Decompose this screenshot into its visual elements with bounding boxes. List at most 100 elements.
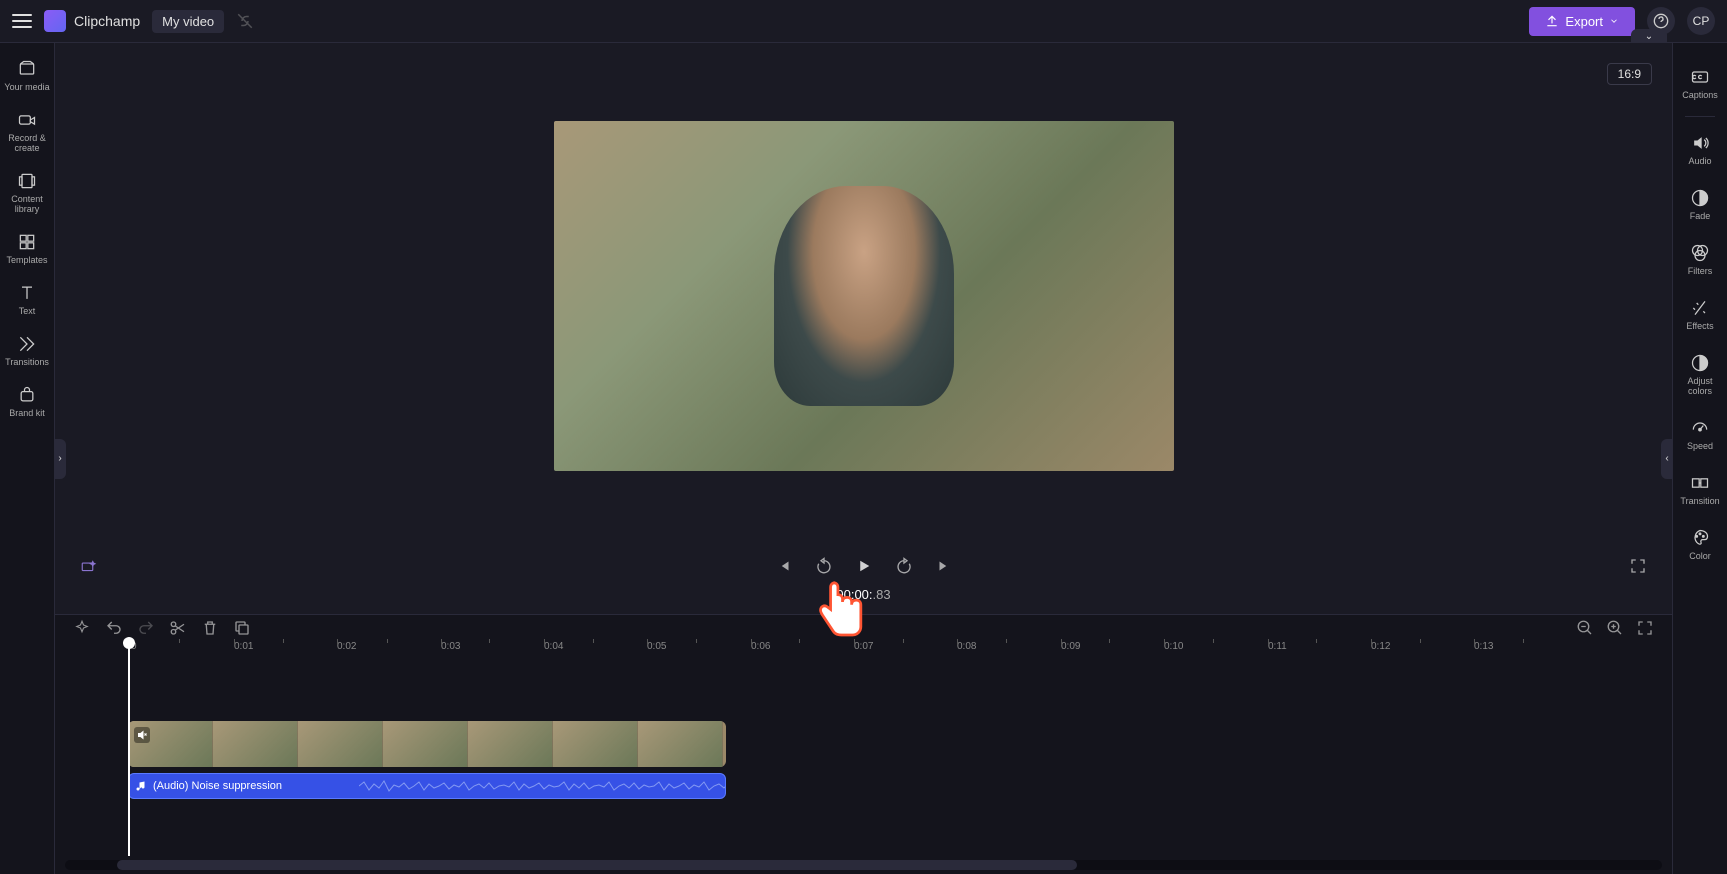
sidebar-item-label: Content library <box>2 194 52 214</box>
chevron-down-icon <box>1609 16 1619 26</box>
redo-button[interactable] <box>137 619 155 637</box>
timecode-display: 00:00:.83 <box>55 583 1672 614</box>
text-icon <box>17 283 37 303</box>
seek-forward-button[interactable] <box>895 557 913 575</box>
fullscreen-button[interactable] <box>1629 557 1647 575</box>
zoom-out-icon <box>1576 619 1594 637</box>
sidebar-item-record-create[interactable]: Record & create <box>2 102 52 161</box>
record-icon <box>17 110 37 130</box>
sidebar-item-content-library[interactable]: Content library <box>2 163 52 222</box>
clipchamp-logo-icon <box>44 10 66 32</box>
auto-compose-button[interactable] <box>80 557 98 575</box>
music-note-icon <box>135 780 147 792</box>
library-icon <box>17 171 37 191</box>
clip-mute-icon[interactable] <box>134 727 150 743</box>
sidebar-item-templates[interactable]: Templates <box>2 224 52 273</box>
ruler-tick: 0:05 <box>647 641 666 652</box>
auto-enhance-button[interactable] <box>73 619 91 637</box>
adjust-icon <box>1690 353 1710 373</box>
undo-icon <box>105 619 123 637</box>
video-preview-canvas[interactable] <box>554 121 1174 471</box>
delete-button[interactable] <box>201 619 219 637</box>
video-title-input[interactable]: My video <box>152 10 224 33</box>
audio-icon <box>1690 133 1710 153</box>
user-avatar[interactable]: CP <box>1687 7 1715 35</box>
right-sidebar-collapse-handle[interactable]: ‹ <box>1661 439 1673 479</box>
sync-off-icon[interactable] <box>236 12 254 30</box>
copy-icon <box>233 619 251 637</box>
preview-area: 16:9 <box>55 43 1672 549</box>
right-item-adjust-colors[interactable]: Adjust colors <box>1675 343 1725 406</box>
trash-icon <box>201 619 219 637</box>
timeline-scrollbar[interactable] <box>65 860 1662 870</box>
brandkit-icon <box>17 385 37 405</box>
seek-backward-button[interactable] <box>815 557 833 575</box>
app-logo[interactable]: Clipchamp <box>44 10 140 32</box>
right-item-fade[interactable]: Fade <box>1675 178 1725 231</box>
templates-icon <box>17 232 37 252</box>
sidebar-item-label: Brand kit <box>9 408 45 418</box>
effects-icon <box>1690 298 1710 318</box>
timeline-panel: 0 0:01 0:02 0:03 0:04 0:05 0:06 0:07 <box>55 614 1672 874</box>
timeline-scrollbar-thumb[interactable] <box>117 860 1077 870</box>
aspect-ratio-selector[interactable]: 16:9 <box>1607 63 1652 85</box>
media-icon <box>17 59 37 79</box>
sidebar-item-label: Record & create <box>2 133 52 153</box>
audio-clip[interactable]: (Audio) Noise suppression <box>128 773 726 799</box>
waveform-icon <box>359 779 726 793</box>
right-item-speed[interactable]: Speed <box>1675 408 1725 461</box>
export-label: Export <box>1565 14 1603 29</box>
skip-to-end-button[interactable] <box>935 557 953 575</box>
export-button[interactable]: Export <box>1529 7 1635 36</box>
right-item-transition[interactable]: Transition <box>1675 463 1725 516</box>
timeline-ruler[interactable]: 0 0:01 0:02 0:03 0:04 0:05 0:06 0:07 <box>55 641 1672 661</box>
playhead[interactable] <box>128 641 130 856</box>
right-sidebar: ‹ Captions Audio Fade Filters Effects Ad… <box>1672 43 1727 874</box>
undo-button[interactable] <box>105 619 123 637</box>
right-item-label: Transition <box>1680 496 1719 506</box>
sidebar-item-brand-kit[interactable]: Brand kit <box>2 377 52 426</box>
right-item-color[interactable]: Color <box>1675 518 1725 571</box>
right-item-label: Filters <box>1688 266 1713 276</box>
right-item-captions[interactable]: Captions <box>1675 57 1725 110</box>
seek-forward-icon <box>895 557 913 575</box>
ruler-tick: 0:07 <box>854 641 873 652</box>
sidebar-item-label: Text <box>19 306 36 316</box>
zoom-in-button[interactable] <box>1606 619 1624 637</box>
sidebar-item-text[interactable]: Text <box>2 275 52 324</box>
right-item-label: Fade <box>1690 211 1711 221</box>
play-button[interactable] <box>855 557 873 575</box>
zoom-out-button[interactable] <box>1576 619 1594 637</box>
ruler-tick: 0:03 <box>441 641 460 652</box>
zoom-fit-button[interactable] <box>1636 619 1654 637</box>
ruler-tick: 0:12 <box>1371 641 1390 652</box>
right-item-effects[interactable]: Effects <box>1675 288 1725 341</box>
ruler-tick: 0:09 <box>1061 641 1080 652</box>
skip-to-start-button[interactable] <box>775 557 793 575</box>
transition-icon <box>1690 473 1710 493</box>
sidebar-item-transitions[interactable]: Transitions <box>2 326 52 375</box>
transitions-icon <box>17 334 37 354</box>
split-button[interactable] <box>169 619 187 637</box>
ruler-tick: 0:13 <box>1474 641 1493 652</box>
skip-end-icon <box>935 557 953 575</box>
video-clip[interactable] <box>128 721 726 767</box>
ruler-tick: 0:04 <box>544 641 563 652</box>
sparkle-clip-icon <box>80 557 98 575</box>
help-icon <box>1653 13 1669 29</box>
menu-button[interactable] <box>12 14 32 28</box>
sidebar-item-label: Templates <box>6 255 47 265</box>
right-item-filters[interactable]: Filters <box>1675 233 1725 286</box>
copy-button[interactable] <box>233 619 251 637</box>
app-header: Clipchamp My video Export CP <box>0 0 1727 43</box>
ruler-tick: 0:08 <box>957 641 976 652</box>
right-item-label: Audio <box>1688 156 1711 166</box>
timeline-tracks[interactable]: 0 0:01 0:02 0:03 0:04 0:05 0:06 0:07 <box>55 641 1672 856</box>
upload-icon <box>1545 14 1559 28</box>
sidebar-item-your-media[interactable]: Your media <box>2 51 52 100</box>
ruler-tick: 0:01 <box>234 641 253 652</box>
ruler-tick: 0:10 <box>1164 641 1183 652</box>
fullscreen-icon <box>1629 557 1647 575</box>
right-item-audio[interactable]: Audio <box>1675 123 1725 176</box>
sidebar-item-label: Transitions <box>5 357 49 367</box>
